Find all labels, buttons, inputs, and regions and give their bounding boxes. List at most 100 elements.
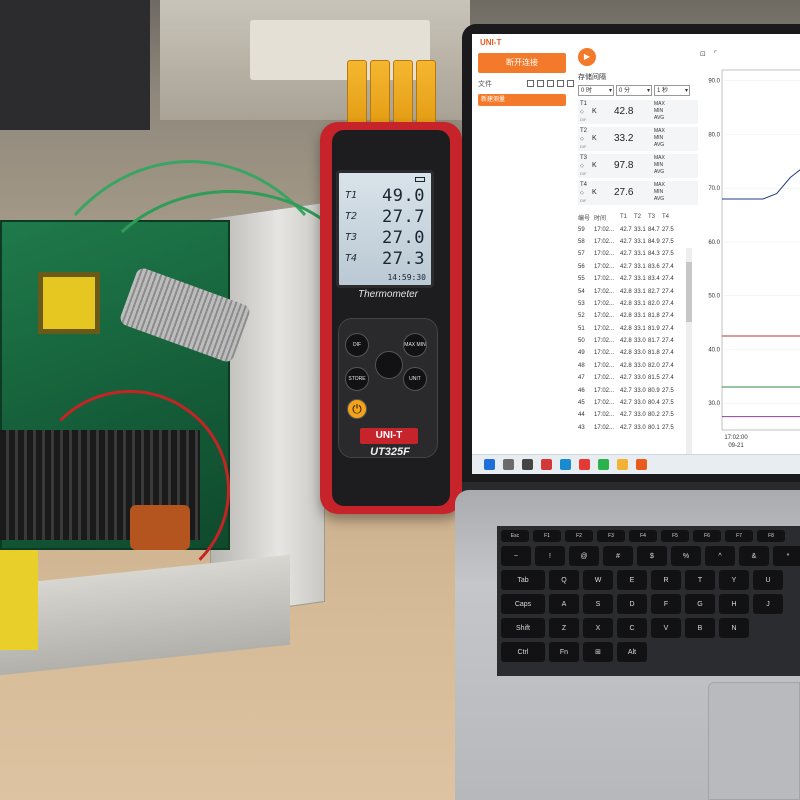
key-tab[interactable]: Tab xyxy=(501,570,545,590)
uni-t-app-icon[interactable] xyxy=(636,459,647,470)
table-row[interactable]: 59 17:02... 42.7 33.1 84.7 27.5 xyxy=(578,223,694,235)
table-row[interactable]: 57 17:02... 42.7 33.1 84.3 27.5 xyxy=(578,248,694,260)
key-s[interactable]: S xyxy=(583,594,613,614)
second-select[interactable]: 1 秒 xyxy=(654,85,690,96)
key-$[interactable]: $ xyxy=(637,546,667,566)
key-x[interactable]: X xyxy=(583,618,613,638)
table-row[interactable]: 48 17:02... 42.8 33.0 82.0 27.4 xyxy=(578,360,694,372)
key-esc[interactable]: Esc xyxy=(501,530,529,542)
weibo-icon[interactable] xyxy=(579,459,590,470)
key-c[interactable]: C xyxy=(617,618,647,638)
key-g[interactable]: G xyxy=(685,594,715,614)
key-w[interactable]: W xyxy=(583,570,613,590)
table-row[interactable]: 58 17:02... 42.7 33.1 84.9 27.5 xyxy=(578,236,694,248)
channel-card[interactable]: T2 ◇ DIF K 33.2 MAX MIN AVG xyxy=(578,127,698,151)
power-icon[interactable]: ⏻ xyxy=(347,399,367,419)
channel-toggle-icon[interactable]: ◇ xyxy=(580,136,584,142)
store-key[interactable]: STORE xyxy=(345,367,369,391)
key-h[interactable]: H xyxy=(719,594,749,614)
copy-icon[interactable] xyxy=(567,80,574,87)
key-j[interactable]: J xyxy=(753,594,783,614)
app-icon-red[interactable] xyxy=(541,459,552,470)
channel-toggle-icon[interactable]: ◇ xyxy=(580,190,584,196)
key-r[interactable]: R xyxy=(651,570,681,590)
channel-toggle-icon[interactable]: ◇ xyxy=(580,163,584,169)
table-row[interactable]: 56 17:02... 42.7 33.1 83.6 27.4 xyxy=(578,261,694,273)
key-fn[interactable]: Fn xyxy=(549,642,579,662)
key-caps[interactable]: Caps xyxy=(501,594,545,614)
key-f4[interactable]: F4 xyxy=(629,530,657,542)
key-&[interactable]: & xyxy=(739,546,769,566)
key-f1[interactable]: F1 xyxy=(533,530,561,542)
key-f7[interactable]: F7 xyxy=(725,530,753,542)
table-scrollbar[interactable] xyxy=(686,248,692,468)
search-icon[interactable] xyxy=(503,459,514,470)
channel-toggle-icon[interactable]: ◇ xyxy=(580,109,584,115)
key-z[interactable]: Z xyxy=(549,618,579,638)
folder-icon[interactable] xyxy=(617,459,628,470)
key-![interactable]: ! xyxy=(535,546,565,566)
table-row[interactable]: 47 17:02... 42.7 33.0 81.5 27.4 xyxy=(578,372,694,384)
key-f5[interactable]: F5 xyxy=(661,530,689,542)
minute-select[interactable]: 0 分 xyxy=(616,85,652,96)
key-*[interactable]: * xyxy=(773,546,800,566)
trackpad[interactable] xyxy=(708,682,800,800)
file-menu[interactable]: 文件 xyxy=(478,79,492,89)
table-row[interactable]: 43 17:02... 42.7 33.0 80.1 27.5 xyxy=(578,422,694,434)
key-~[interactable]: ~ xyxy=(501,546,531,566)
fit-icon[interactable]: ⊡ xyxy=(700,51,706,58)
table-row[interactable]: 46 17:02... 42.7 33.0 80.9 27.5 xyxy=(578,384,694,396)
delete-icon[interactable] xyxy=(547,80,554,87)
table-row[interactable]: 49 17:02... 42.8 33.0 81.8 27.4 xyxy=(578,347,694,359)
key-e[interactable]: E xyxy=(617,570,647,590)
key-a[interactable]: A xyxy=(549,594,579,614)
key-y[interactable]: Y xyxy=(719,570,749,590)
table-row[interactable]: 51 17:02... 42.8 33.1 81.9 27.4 xyxy=(578,323,694,335)
channel-card[interactable]: T3 ◇ DIF K 97.8 MAX MIN AVG xyxy=(578,154,698,178)
dif-key[interactable]: DIF xyxy=(345,333,369,357)
tree-item-new-measurement[interactable]: 新建测量 xyxy=(478,93,566,106)
max-min-key[interactable]: MAX MIN xyxy=(403,333,427,357)
table-row[interactable]: 50 17:02... 42.8 33.0 81.7 27.4 xyxy=(578,335,694,347)
key-f8[interactable]: F8 xyxy=(757,530,785,542)
key-#[interactable]: # xyxy=(603,546,633,566)
table-row[interactable]: 45 17:02... 42.7 33.0 80.4 27.5 xyxy=(578,397,694,409)
export-icon[interactable] xyxy=(537,80,544,87)
key-@[interactable]: @ xyxy=(569,546,599,566)
key-ctrl[interactable]: Ctrl xyxy=(501,642,545,662)
wechat-icon[interactable] xyxy=(598,459,609,470)
table-row[interactable]: 54 17:02... 42.8 33.1 82.7 27.4 xyxy=(578,285,694,297)
table-row[interactable]: 52 17:02... 42.8 33.1 81.8 27.4 xyxy=(578,310,694,322)
key-shift[interactable]: Shift xyxy=(501,618,545,638)
key-t[interactable]: T xyxy=(685,570,715,590)
task-view-icon[interactable] xyxy=(522,459,533,470)
key-⊞[interactable]: ⊞ xyxy=(583,642,613,662)
disconnect-button[interactable]: 断开连接 xyxy=(478,52,566,73)
key-f[interactable]: F xyxy=(651,594,681,614)
key-q[interactable]: Q xyxy=(549,570,579,590)
key-b[interactable]: B xyxy=(685,618,715,638)
hour-select[interactable]: 0 时 xyxy=(578,85,614,96)
save-icon[interactable] xyxy=(557,80,564,87)
channel-card[interactable]: T1 ◇ DIF K 42.8 MAX MIN AVG xyxy=(578,100,698,124)
center-key[interactable] xyxy=(375,351,403,379)
key-d[interactable]: D xyxy=(617,594,647,614)
crosshair-icon[interactable]: ⌜ xyxy=(714,51,717,58)
table-row[interactable]: 53 17:02... 42.8 33.1 82.0 27.4 xyxy=(578,298,694,310)
play-icon[interactable]: ▶ xyxy=(578,48,596,66)
key-u[interactable]: U xyxy=(753,570,783,590)
key-f6[interactable]: F6 xyxy=(693,530,721,542)
key-n[interactable]: N xyxy=(719,618,749,638)
unit-key[interactable]: UNIT xyxy=(403,367,427,391)
key-^[interactable]: ^ xyxy=(705,546,735,566)
key-%[interactable]: % xyxy=(671,546,701,566)
channel-card[interactable]: T4 ◇ DIF K 27.6 MAX MIN AVG xyxy=(578,181,698,205)
scrollbar-thumb[interactable] xyxy=(686,262,692,322)
key-f3[interactable]: F3 xyxy=(597,530,625,542)
key-v[interactable]: V xyxy=(651,618,681,638)
open-icon[interactable] xyxy=(527,80,534,87)
table-row[interactable]: 55 17:02... 42.7 33.1 83.4 27.4 xyxy=(578,273,694,285)
edge-icon[interactable] xyxy=(560,459,571,470)
key-f2[interactable]: F2 xyxy=(565,530,593,542)
table-row[interactable]: 44 17:02... 42.7 33.0 80.2 27.5 xyxy=(578,409,694,421)
